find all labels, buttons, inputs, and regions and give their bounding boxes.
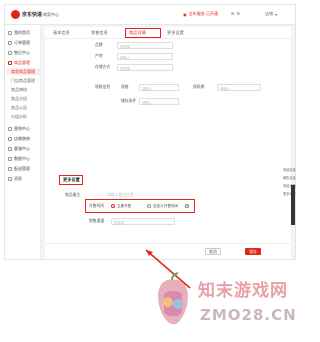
watermark-text-cn: 知末游戏网 [198, 281, 288, 301]
watermark-apple-logo [158, 272, 188, 325]
watermark-text-en: ZMO28.CN [200, 306, 297, 324]
screenshot-stage: 京东快递 商家中心 ▣ 全年服务 已开通 ✉ ⚙ 店铺 ▾ 我的首页 订单管理 … [0, 0, 300, 342]
watermark: 知末游戏网 ZMO28.CN [148, 262, 298, 340]
